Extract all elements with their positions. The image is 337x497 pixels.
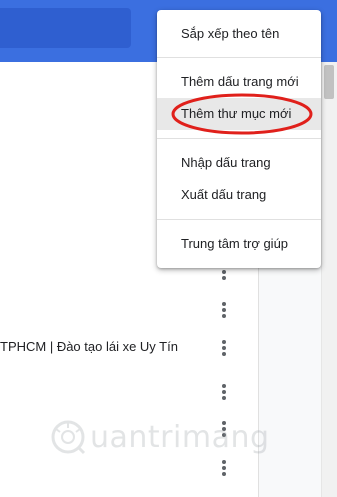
menu-item-help-center[interactable]: Trung tâm trợ giúp bbox=[157, 228, 321, 260]
more-options-icon[interactable] bbox=[214, 300, 234, 320]
scrollbar-thumb[interactable] bbox=[324, 65, 334, 99]
menu-divider bbox=[157, 57, 321, 58]
menu-divider bbox=[157, 219, 321, 220]
watermark-logo-icon bbox=[51, 420, 86, 455]
more-options-icon[interactable] bbox=[214, 458, 234, 478]
menu-item-sort-by-name[interactable]: Sắp xếp theo tên bbox=[157, 18, 321, 50]
menu-item-export-bookmarks[interactable]: Xuất dấu trang bbox=[157, 179, 321, 211]
watermark-text: uantrimang bbox=[90, 419, 270, 455]
search-bar[interactable] bbox=[0, 8, 131, 48]
watermark: uantrimang bbox=[50, 419, 270, 455]
more-options-icon[interactable] bbox=[214, 338, 234, 358]
bookmark-context-menu: Sắp xếp theo tên Thêm dấu trang mới Thêm… bbox=[157, 10, 321, 268]
bookmark-title[interactable]: TPHCM | Đào tạo lái xe Uy Tín bbox=[0, 339, 178, 354]
scrollbar-track[interactable] bbox=[321, 62, 337, 497]
menu-divider bbox=[157, 138, 321, 139]
menu-item-import-bookmarks[interactable]: Nhập dấu trang bbox=[157, 147, 321, 179]
more-options-icon[interactable] bbox=[214, 382, 234, 402]
highlight-ellipse bbox=[171, 93, 313, 135]
